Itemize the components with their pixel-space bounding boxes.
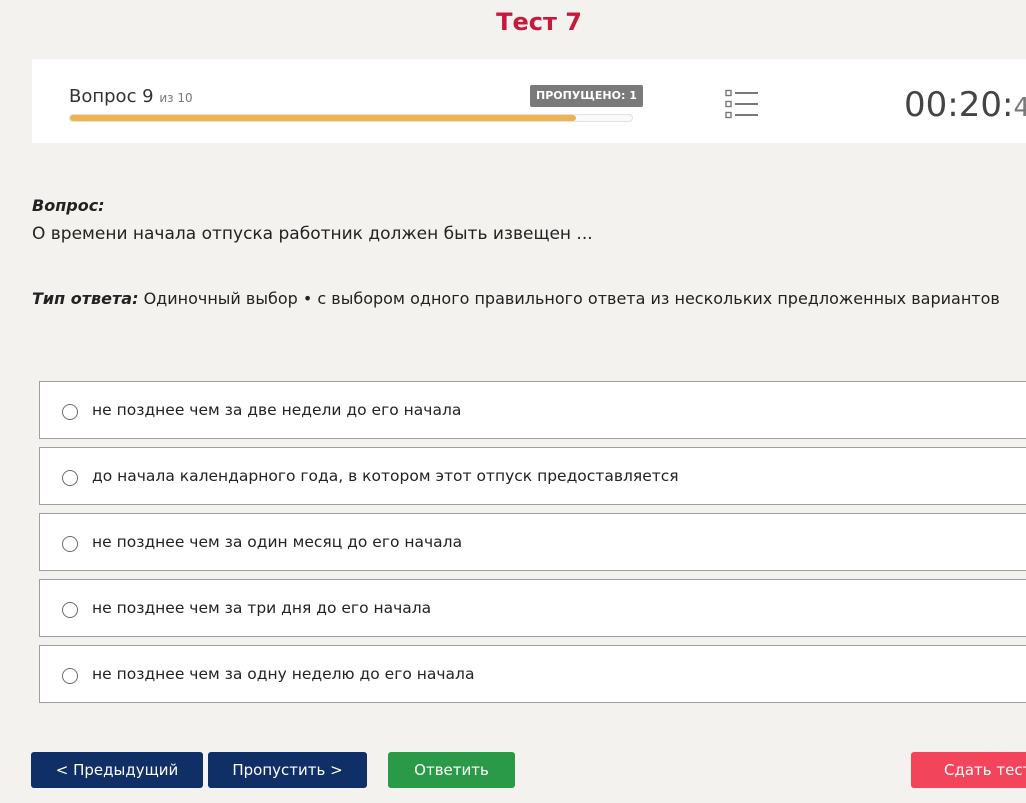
answer-option-text: не позднее чем за три дня до его начала — [92, 599, 432, 617]
radio-button[interactable] — [62, 536, 78, 552]
skipped-badge: ПРОПУЩЕНО: 1 — [530, 85, 643, 107]
radio-button[interactable] — [62, 470, 78, 486]
question-list-button[interactable] — [724, 89, 760, 121]
timer-seconds: 42 — [1013, 93, 1026, 123]
test-page: Тест 7 Вопрос 9 из 10 ПРОПУЩЕНО: 1 00:20… — [0, 0, 1026, 803]
status-panel: Вопрос 9 из 10 ПРОПУЩЕНО: 1 00:20:4 — [32, 59, 1026, 143]
answer-option-1[interactable]: не позднее чем за две недели до его нача… — [39, 381, 1026, 439]
answer-option-text: до начала календарного года, в котором э… — [92, 467, 679, 485]
radio-button[interactable] — [62, 668, 78, 684]
radio-button[interactable] — [62, 404, 78, 420]
list-icon — [725, 89, 758, 119]
answer-option-5[interactable]: не позднее чем за одну неделю до его нач… — [39, 645, 1026, 703]
answer-option-2[interactable]: до начала календарного года, в котором э… — [39, 447, 1026, 505]
skip-button[interactable]: Пропустить > — [208, 752, 367, 788]
answer-option-3[interactable]: не позднее чем за один месяц до его нача… — [39, 513, 1026, 571]
submit-test-button[interactable]: Сдать тест — [911, 752, 1026, 788]
answer-option-text: не позднее чем за один месяц до его нача… — [92, 533, 463, 551]
timer-main: 00:20: — [904, 85, 1014, 125]
answer-button[interactable]: Ответить — [388, 752, 515, 788]
answer-options: не позднее чем за две недели до его нача… — [39, 381, 1026, 711]
question-text: О времени начала отпуска работник должен… — [32, 224, 593, 244]
question-counter: Вопрос 9 из 10 — [69, 86, 193, 107]
question-total: из 10 — [159, 91, 193, 105]
answer-option-text: не позднее чем за одну неделю до его нач… — [92, 665, 475, 683]
answer-type-label: Тип ответа: — [32, 289, 139, 308]
radio-button[interactable] — [62, 602, 78, 618]
answer-option-4[interactable]: не позднее чем за три дня до его начала — [39, 579, 1026, 637]
question-number: Вопрос 9 — [69, 86, 154, 107]
test-title: Тест 7 — [496, 8, 582, 36]
timer: 00:20:42 — [904, 85, 1026, 125]
progress-bar — [69, 114, 633, 122]
answer-option-text: не позднее чем за две недели до его нача… — [92, 401, 462, 419]
question-label: Вопрос: — [32, 196, 105, 215]
progress-fill — [70, 115, 576, 121]
previous-button[interactable]: < Предыдущий — [31, 752, 203, 788]
answer-type-value: Одиночный выбор • с выбором одного прави… — [143, 289, 1000, 308]
answer-type: Тип ответа: Одиночный выбор • с выбором … — [32, 289, 1000, 308]
